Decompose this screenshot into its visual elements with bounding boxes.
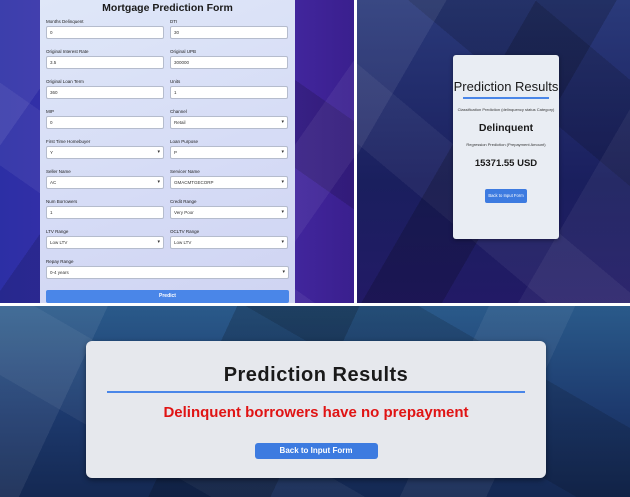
results-card: Prediction Results Classification Predic… [453, 55, 559, 239]
mip-label: MIP [46, 109, 55, 114]
predict-button[interactable]: Predict [46, 290, 289, 303]
results-card-large: Prediction Results Delinquent borrowers … [86, 341, 546, 478]
ocltv-range-select[interactable]: Low LTV ▾ [170, 236, 288, 249]
mip-input[interactable]: 0 [46, 116, 164, 129]
seller-name-select[interactable]: AC ▾ [46, 176, 164, 189]
num-borrowers-label: Num Borrowers [46, 199, 78, 204]
ltv-range-select[interactable]: Low LTV ▾ [46, 236, 164, 249]
loan-purpose-value: P [174, 150, 178, 155]
channel-label: Channel [170, 109, 187, 114]
servicer-name-value: GMACMTGECORP [174, 180, 214, 185]
ocltv-range-value: Low LTV [174, 240, 192, 245]
chevron-down-icon: ▾ [281, 149, 284, 155]
chevron-down-icon: ▾ [281, 209, 284, 215]
seller-name-value: AC [50, 180, 57, 185]
units-label: Units [170, 79, 181, 84]
regression-value: 15371.55 USD [474, 157, 538, 169]
title-underline [107, 391, 525, 393]
chevron-down-icon: ▾ [157, 239, 160, 245]
original-interest-rate-label: Original Interest Rate [46, 49, 89, 54]
original-upb-label: Original UPB [170, 49, 197, 54]
first-time-homebuyer-select[interactable]: Y ▾ [46, 146, 164, 159]
months-delinquent-input[interactable]: 0 [46, 26, 164, 39]
months-delinquent-label: Months Delinquent [46, 19, 84, 24]
ocltv-range-label: OCLTV Range [170, 229, 200, 234]
chevron-down-icon: ▾ [157, 179, 160, 185]
dti-label: DTI [170, 19, 178, 24]
channel-select[interactable]: Retail ▾ [170, 116, 288, 129]
regression-label: Regression Prediction (Prepayment Amount… [466, 141, 546, 147]
servicer-name-select[interactable]: GMACMTGECORP ▾ [170, 176, 288, 189]
title-underline [463, 97, 549, 99]
credit-range-value: Very Poor [174, 210, 194, 215]
back-to-input-form-button[interactable]: Back to Input Form [254, 443, 378, 459]
num-borrowers-input[interactable]: 1 [46, 206, 164, 219]
classification-value: Delinquent [478, 121, 534, 134]
classification-label: Classification Prediction (delinquency s… [457, 106, 555, 112]
seller-name-label: Seller Name [46, 169, 71, 174]
loan-purpose-select[interactable]: P ▾ [170, 146, 288, 159]
back-to-input-form-button[interactable]: Back to Input Form [485, 188, 527, 203]
mortgage-form-card: Mortgage Prediction Form Months Delinque… [40, 0, 295, 303]
units-input[interactable]: 1 [170, 86, 288, 99]
ltv-range-label: LTV Range [46, 229, 69, 234]
repay-range-select[interactable]: 0-4 years ▾ [46, 266, 289, 279]
form-title: Mortgage Prediction Form [102, 2, 233, 14]
loan-purpose-label: Loan Purpose [170, 139, 199, 144]
original-loan-term-input[interactable]: 360 [46, 86, 164, 99]
results-panel-large: Prediction Results Delinquent borrowers … [0, 306, 630, 497]
servicer-name-label: Servicer Name [170, 169, 200, 174]
repay-range-value: 0-4 years [50, 270, 69, 275]
first-time-homebuyer-value: Y [50, 150, 54, 155]
ltv-range-value: Low LTV [50, 240, 68, 245]
results-panel-small: Prediction Results Classification Predic… [357, 0, 630, 303]
first-time-homebuyer-label: First Time Homebuyer [46, 139, 91, 144]
results-title: Prediction Results [223, 364, 409, 386]
form-panel: Mortgage Prediction Form Months Delinque… [0, 0, 354, 303]
original-upb-input[interactable]: 300000 [170, 56, 288, 69]
prediction-message: Delinquent borrowers have no prepayment [163, 404, 469, 421]
results-title: Prediction Results [453, 79, 559, 94]
original-loan-term-label: Original Loan Term [46, 79, 84, 84]
chevron-down-icon: ▾ [281, 239, 284, 245]
chevron-down-icon: ▾ [281, 119, 284, 125]
credit-range-label: Credit Range [170, 199, 197, 204]
dti-input[interactable]: 30 [170, 26, 288, 39]
repay-range-label: Repay Range [46, 259, 74, 264]
channel-value: Retail [174, 120, 186, 125]
chevron-down-icon: ▾ [157, 149, 160, 155]
chevron-down-icon: ▾ [281, 179, 284, 185]
chevron-down-icon: ▾ [282, 269, 285, 275]
original-interest-rate-input[interactable]: 3.5 [46, 56, 164, 69]
credit-range-select[interactable]: Very Poor ▾ [170, 206, 288, 219]
